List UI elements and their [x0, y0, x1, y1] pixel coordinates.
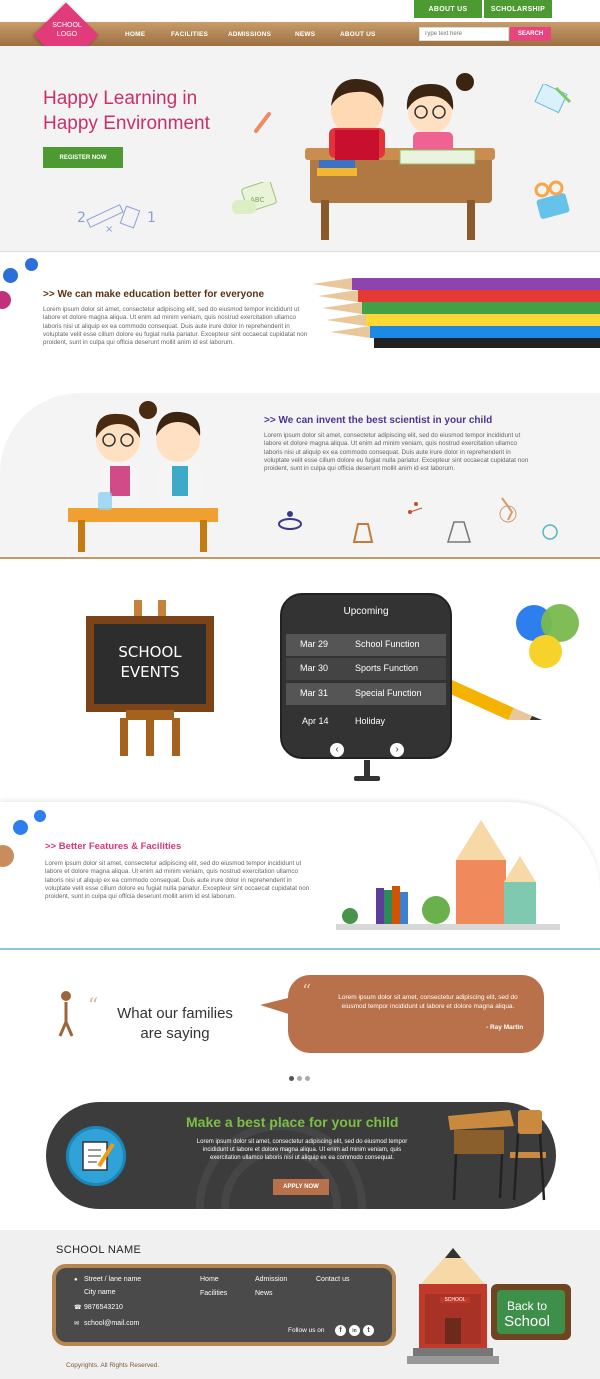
footer-link-admission[interactable]: Admission — [255, 1276, 287, 1283]
footer-link-news[interactable]: News — [255, 1290, 273, 1297]
twitter-icon[interactable]: t — [363, 1325, 374, 1336]
nav-home[interactable]: HOME — [125, 31, 145, 38]
location-icon: ● — [74, 1277, 78, 1283]
events-board-text: SCHOOL EVENTS — [118, 643, 182, 681]
svg-text:×: × — [105, 224, 113, 235]
testimonial-heading: What our families are saying — [117, 1005, 233, 1042]
events-next-button[interactable]: › — [390, 743, 404, 757]
event-row[interactable]: Mar 29 School Function — [286, 634, 446, 656]
pencil-city-illustration — [336, 820, 560, 930]
mail-icon: ✉ — [74, 1321, 80, 1327]
pencil-doodle-icon — [254, 112, 271, 133]
svg-text:1: 1 — [147, 210, 156, 226]
yellow-circle-decoration — [529, 635, 562, 668]
footer-link-contact[interactable]: Contact us — [316, 1276, 349, 1283]
footer-school-name: SCHOOL NAME — [56, 1244, 142, 1256]
scholarship-top-button[interactable]: SCHOLARSHIP — [484, 0, 552, 18]
back-to-school-text: Back to School — [504, 1299, 550, 1330]
section1-body: Lorem ipsum dolor sit amet, consectetur … — [43, 306, 308, 347]
linkedin-icon[interactable]: in — [349, 1325, 360, 1336]
atom-icon — [542, 524, 558, 540]
colored-pencils-image — [312, 278, 600, 348]
family-icon: “ — [58, 991, 98, 1037]
pencil-decoration — [452, 680, 542, 720]
search-input[interactable] — [419, 27, 509, 41]
footer-link-facilities[interactable]: Facilities — [200, 1290, 227, 1297]
quote-bubble: “ — [260, 975, 544, 1053]
event-row[interactable]: Apr 14 Holiday — [286, 711, 446, 733]
apply-now-button[interactable]: APPLY NOW — [273, 1179, 329, 1195]
events-title: Upcoming — [343, 606, 389, 617]
blue-circle-decoration — [34, 810, 46, 822]
event-row[interactable]: Mar 30 Sports Function — [286, 658, 446, 680]
section2-heading: >> We can invent the best scientist in y… — [264, 415, 493, 426]
pencil-school-label: SCHOOL — [440, 1297, 470, 1303]
molecule-icon — [408, 502, 423, 514]
flask-icon — [352, 523, 374, 543]
events-prev-button[interactable]: ‹ — [330, 743, 344, 757]
footer-link-home[interactable]: Home — [200, 1276, 219, 1283]
cta-title: Make a best place for your child — [186, 1114, 399, 1130]
beaker-icon — [446, 521, 472, 543]
kids-reading-illustration — [305, 73, 495, 240]
hero-title: Happy Learning in Happy Environment — [43, 88, 210, 134]
svg-text:“: “ — [302, 981, 311, 1002]
about-us-top-button[interactable]: ABOUT US — [414, 0, 482, 18]
testimonial-quote: Lorem ipsum dolor sit amet, consectetur … — [338, 994, 518, 1010]
notepad-doodle-icon — [534, 84, 572, 114]
kids-science-illustration — [68, 401, 218, 552]
blue-circle-decoration — [3, 268, 18, 283]
carousel-dot-active[interactable] — [289, 1076, 294, 1081]
camera-doodle-icon — [534, 180, 570, 219]
follow-us-label: Follow us on — [288, 1327, 325, 1334]
footer-street: Street / lane name — [84, 1276, 142, 1283]
desk-chair-illustration — [448, 1110, 546, 1201]
microscope-icon — [499, 497, 517, 523]
pink-circle-decoration — [0, 291, 11, 309]
svg-text:2: 2 — [77, 210, 86, 226]
footer-email[interactable]: school@mail.com — [84, 1320, 139, 1327]
logo-text: SCHOOL LOGO — [52, 22, 82, 38]
nav-about-us[interactable]: ABOUT US — [340, 31, 376, 38]
copyright-text: Copyrights. All Rights Reserved. — [66, 1362, 160, 1369]
section3-body: Lorem ipsum dolor sit amet, consectetur … — [45, 860, 310, 901]
testimonial-author: - Ray Martin — [486, 1024, 524, 1031]
section2-body: Lorem ipsum dolor sit amet, consectetur … — [264, 432, 529, 473]
section3-heading: >> Better Features & Facilities — [45, 841, 182, 852]
math-doodle-icon: 2 × 1 — [77, 204, 156, 235]
nav-news[interactable]: NEWS — [295, 31, 315, 38]
clipboard-icon — [82, 1141, 115, 1171]
carousel-dot[interactable] — [297, 1076, 302, 1081]
section1-heading: >> We can make education better for ever… — [43, 289, 265, 300]
blue-circle-decoration — [13, 820, 28, 835]
science-icons-row — [278, 497, 558, 543]
nav-facilities[interactable]: FACILITIES — [171, 31, 208, 38]
svg-text:“: “ — [88, 993, 98, 1017]
cta-body: Lorem ipsum dolor sit amet, consectetur … — [196, 1139, 408, 1161]
petri-dish-icon — [278, 511, 302, 530]
search-button[interactable]: SEARCH — [510, 27, 551, 41]
carousel-dot[interactable] — [305, 1076, 310, 1081]
nav-admissions[interactable]: ADMISSIONS — [228, 31, 271, 38]
event-row[interactable]: Mar 31 Special Function — [286, 683, 446, 705]
blue-circle-decoration — [25, 258, 38, 271]
events-stand-base — [354, 776, 380, 781]
footer-city: City name — [84, 1289, 116, 1296]
abc-slate-icon: ABC — [232, 182, 277, 214]
footer-phone[interactable]: 9876543210 — [84, 1304, 123, 1311]
phone-icon: ☎ — [74, 1305, 82, 1311]
register-now-button[interactable]: REGISTER NOW — [43, 147, 123, 168]
facebook-icon[interactable]: f — [335, 1325, 346, 1336]
